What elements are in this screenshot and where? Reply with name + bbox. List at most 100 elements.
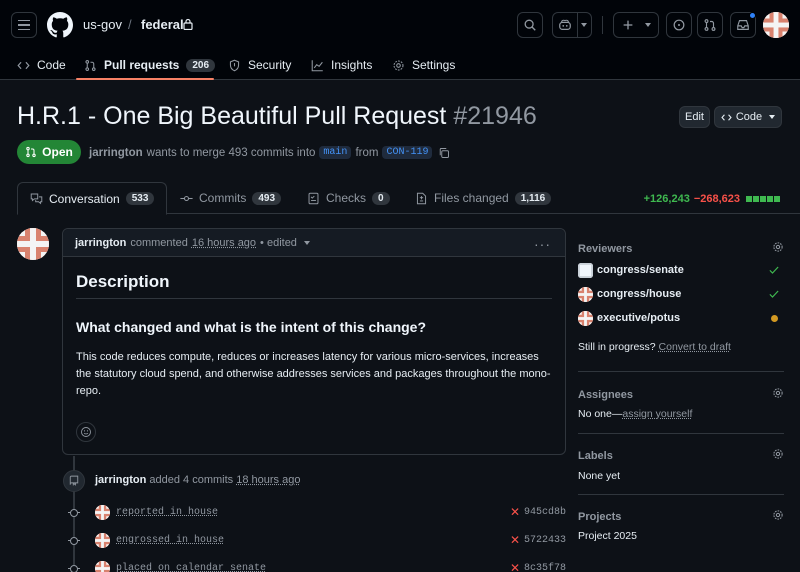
gear-icon[interactable]: [772, 509, 784, 521]
chevron-down-icon[interactable]: [304, 241, 310, 245]
chevron-down-icon[interactable]: [581, 23, 587, 27]
notification-dot: [749, 12, 756, 19]
commit-sha[interactable]: 5722433: [524, 535, 566, 546]
commit-message[interactable]: engrossed in house: [116, 535, 224, 546]
commit-message[interactable]: reported in house: [116, 507, 218, 518]
status-label: Open: [42, 145, 73, 159]
labels-value: None yet: [578, 470, 784, 482]
divider: [578, 371, 784, 372]
inbox-icon: [736, 18, 750, 32]
labels-section: Labels: [578, 448, 784, 464]
assignees-section: Assignees: [578, 387, 784, 403]
commit-sha[interactable]: 945cd8b: [524, 507, 566, 518]
author-link[interactable]: jarrington: [89, 147, 143, 159]
edit-button[interactable]: Edit: [679, 106, 710, 128]
conversation-counter: 533: [126, 192, 155, 205]
commit-message[interactable]: placed on calendar senate: [116, 563, 266, 572]
timeline-author[interactable]: jarrington: [95, 474, 146, 486]
timeline-event: jarrington added 4 commits 18 hours ago: [95, 474, 300, 486]
commit-author-avatar[interactable]: [95, 533, 110, 548]
projects-heading: Projects: [578, 511, 621, 523]
pr-meta: jarrington wants to merge 493 commits in…: [89, 146, 450, 159]
git-pull-request-icon: [84, 59, 97, 72]
reviewer-item[interactable]: congress/house: [578, 286, 784, 302]
divider: [578, 494, 784, 495]
tab-pull-requests-label: Pull requests: [104, 58, 179, 72]
tab-commits[interactable]: Commits 493: [180, 182, 281, 214]
deletions-count: −268,623: [694, 193, 740, 205]
x-icon[interactable]: ✕: [510, 505, 520, 519]
repo-link[interactable]: federal: [141, 17, 184, 32]
comment-header: jarrington commented 16 hours ago • edit…: [63, 229, 565, 257]
tab-checks[interactable]: Checks 0: [307, 182, 390, 214]
projects-section: Projects: [578, 509, 784, 525]
tab-pull-requests[interactable]: Pull requests 206: [84, 56, 215, 74]
kebab-horizontal-icon[interactable]: ···: [534, 236, 551, 252]
diffstat-blocks: [746, 196, 780, 202]
github-logo-icon[interactable]: [47, 12, 73, 38]
reviewers-list: congress/senate congress/house executive…: [578, 262, 784, 332]
git-pull-request-icon: [703, 18, 717, 32]
commit-dot: [70, 565, 78, 572]
team-avatar: [578, 311, 593, 326]
tab-files-changed-label: Files changed: [434, 191, 509, 205]
shield-icon: [228, 59, 241, 72]
add-reaction-button[interactable]: [76, 422, 96, 442]
user-avatar[interactable]: [763, 12, 789, 38]
commit-author-avatar[interactable]: [95, 561, 110, 572]
reviewer-item[interactable]: executive/potus: [578, 310, 784, 326]
commit-row: engrossed in house ✕ 5722433: [68, 533, 568, 549]
draft-prompt: Still in progress? Convert to draft: [578, 341, 784, 353]
chevron-down-icon: [645, 23, 651, 27]
issues-button[interactable]: [666, 12, 692, 38]
search-button[interactable]: [517, 12, 543, 38]
x-icon[interactable]: ✕: [510, 533, 520, 547]
tab-security-label: Security: [248, 58, 291, 72]
head-branch[interactable]: CON-119: [382, 146, 432, 159]
tab-conversation[interactable]: Conversation 533: [17, 182, 167, 215]
code-icon: [721, 112, 732, 123]
comment-author[interactable]: jarrington: [75, 237, 126, 249]
timeline-time[interactable]: 18 hours ago: [236, 474, 300, 486]
x-icon[interactable]: ✕: [510, 561, 520, 572]
tab-conversation-label: Conversation: [49, 192, 120, 206]
gear-icon[interactable]: [772, 241, 784, 253]
copilot-button[interactable]: [552, 12, 592, 38]
projects-value[interactable]: Project 2025: [578, 530, 784, 542]
commit-author-avatar[interactable]: [95, 505, 110, 520]
comment-edited[interactable]: • edited: [260, 237, 297, 249]
gear-icon: [392, 59, 405, 72]
repo-push-icon: [68, 475, 80, 487]
code-button[interactable]: Code: [714, 106, 782, 128]
progress-text: Still in progress?: [578, 341, 656, 353]
copy-icon[interactable]: [438, 147, 450, 159]
gear-icon[interactable]: [772, 448, 784, 460]
tab-settings[interactable]: Settings: [392, 56, 455, 74]
pull-requests-button[interactable]: [697, 12, 723, 38]
commit-sha[interactable]: 8c35f78: [524, 563, 566, 572]
tab-code[interactable]: Code: [17, 56, 66, 74]
reviewer-item[interactable]: congress/senate: [578, 262, 784, 278]
assign-yourself-link[interactable]: assign yourself: [622, 408, 692, 420]
tab-insights[interactable]: Insights: [311, 56, 372, 74]
additions-count: +126,243: [644, 193, 690, 205]
tab-security[interactable]: Security: [228, 56, 291, 74]
commit-dot: [70, 537, 78, 545]
inbox-button[interactable]: [730, 12, 756, 38]
from-text: from: [355, 147, 378, 159]
base-branch[interactable]: main: [319, 146, 351, 159]
create-new-button[interactable]: [613, 12, 659, 38]
comment-author-avatar[interactable]: [17, 228, 49, 260]
tab-files-changed[interactable]: Files changed 1,116: [415, 182, 551, 214]
comment-discussion-icon: [30, 192, 43, 205]
convert-to-draft-link[interactable]: Convert to draft: [659, 341, 731, 353]
divider: [578, 433, 784, 434]
assignees-value: No one—assign yourself: [578, 408, 784, 420]
gear-icon[interactable]: [772, 387, 784, 399]
reviewer-name: congress/house: [597, 288, 681, 300]
menu-icon[interactable]: [11, 12, 37, 38]
owner-link[interactable]: us-gov: [83, 17, 122, 32]
comment-time[interactable]: 16 hours ago: [192, 237, 256, 249]
chevron-down-icon: [769, 115, 775, 119]
lock-icon: [183, 18, 193, 30]
